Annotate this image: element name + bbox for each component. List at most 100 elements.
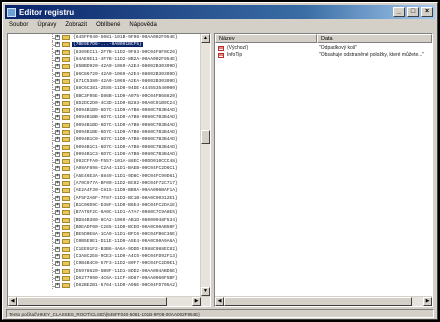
tree-item[interactable]: + {86C86720-42A0-1069-A2E4-08002B30309D} [8,70,200,78]
tree-item[interactable]: + {BD84B380-8CA2-1069-AB1D-08000948F534} [8,216,200,224]
tree-item[interactable]: + {645FF040-5081-101B-9F08-00AA002F954E} [8,34,200,42]
window-title: Editor registru [19,7,75,17]
scroll-down-arrow-icon[interactable]: ▼ [201,287,210,296]
tree-item[interactable]: + {9094B1C0-6D7C-11D0-A7B8-0080C7B3B4AD} [8,136,200,144]
scroll-right-arrow-icon[interactable]: ▶ [192,297,201,306]
tree-item-label: {9094B1C3-6D7C-11D0-A7B8-0080C7B3B4AD} [73,151,178,157]
tree-item[interactable]: + {9094B1BD-6D7C-11D0-A7B8-0080C7B3B4AD} [8,121,200,129]
values-hscroll-thumb[interactable] [224,297,412,306]
expand-plus-icon[interactable]: + [55,42,60,48]
folder-icon [62,254,70,260]
tree-item[interactable]: + {BDEADF00-C265-11D0-BCED-00A0C90AB50F} [8,223,200,232]
tree-item[interactable]: + {C1EE01F2-B3B6-4A6A-9DDD-E988C088EC82} [8,245,200,253]
expand-plus-icon[interactable]: + [55,195,60,201]
tree-horizontal-scrollbar[interactable]: ◀ ▶ [8,296,210,306]
close-button[interactable]: × [421,7,433,17]
expand-plus-icon[interactable]: + [55,246,60,252]
tree-item[interactable]: + {88C6C381-2E85-11D0-94DE-444553540000} [8,85,200,93]
minimize-button[interactable]: _ [393,7,405,17]
tree-scroll-thumb[interactable] [201,130,210,144]
value-row[interactable]: ab (Výchozí) "Odpadkový koš" [215,45,432,52]
tree-item[interactable]: + {AE2A4F30-C815-11D0-BB9A-00AA006BAF1A} [8,187,200,195]
expand-plus-icon[interactable]: + [55,100,60,106]
tree-item[interactable]: + {871C5380-42A0-1069-A2EA-08002B30309D} [8,77,200,86]
expand-plus-icon[interactable]: + [55,35,60,41]
expand-plus-icon[interactable]: + [55,122,60,128]
tree-item[interactable]: + {B1C06D9C-D38F-11D0-B6E4-00C04FC2DA1E} [8,201,200,210]
tree-vertical-scrollbar[interactable]: ▲ ▼ [200,34,210,296]
expand-plus-icon[interactable]: + [55,188,60,194]
expand-plus-icon[interactable]: + [55,137,60,143]
menu-help[interactable]: Nápověda [125,21,161,31]
menu-favorites[interactable]: Oblíbené [92,21,125,31]
expand-plus-icon[interactable]: + [55,115,60,121]
values-horizontal-scrollbar[interactable]: ◀ ▶ [215,296,432,306]
tree-item[interactable]: + {9094B1C1-6D7C-11D0-A7B8-0080C7B3B4AD} [8,143,200,151]
expand-plus-icon[interactable]: + [55,159,60,165]
tree-item[interactable]: + {8369EC11-2F7B-11D2-9F83-00C04F8F0C26} [8,48,200,56]
tree-item[interactable]: + {C0B5E9E1-D11E-11D0-A5E4-00A0C90A9A6A} [8,238,200,246]
title-bar[interactable]: Editor registru _ □ × [5,5,435,19]
expand-plus-icon[interactable]: + [55,78,60,84]
menu-view[interactable]: Zobrazit [61,21,92,31]
column-header-name[interactable]: Název [215,34,317,43]
scroll-left-arrow-icon[interactable]: ◀ [215,297,224,306]
expand-plus-icon[interactable]: + [55,64,60,70]
expand-plus-icon[interactable]: + [55,130,60,135]
scroll-left-arrow-icon[interactable]: ◀ [8,297,17,306]
expand-plus-icon[interactable]: + [55,210,60,216]
tree-item[interactable]: + {9094B1BE-6D7C-11D0-A7B8-0080C7B3B4AD} [8,128,200,137]
tree-item[interactable]: + {B7A76F2C-0A0C-11D1-A7A7-0080C7C9A8E5} [8,209,200,217]
folder-icon [62,49,70,55]
tree-item[interactable]: + {C3A8C2E8-9CE3-11D0-A4C5-00C04FD92F13} [8,252,200,261]
value-row[interactable]: ab InfoTip "Obsahuje odstraněné položky,… [215,52,432,59]
tree-item[interactable]: + {8BC3F05E-D86B-11D0-A075-00C04FB68820} [8,92,200,100]
tree-item[interactable]: + {A5E46E3A-8849-11D1-9D8C-00C04FC99D61} [8,172,200,180]
expand-plus-icon[interactable]: + [55,217,60,223]
expand-plus-icon[interactable]: + [55,283,60,289]
tree-item[interactable]: + {A70C977A-BF00-11D2-BC02-00C04F72C717} [8,179,200,188]
tree-item[interactable]: + {84AE9E11-4F7B-11D2-8B2A-00AA002F954E} [8,55,200,64]
tree-item[interactable]: + {9094B1C3-6D7C-11D0-A7B8-0080C7B3B4AD} [8,150,200,159]
expand-plus-icon[interactable]: + [55,166,60,172]
tree-item[interactable]: + {AF5F2A6F-7F87-11D3-BC1B-00A0C90312E1} [8,194,200,202]
expand-plus-icon[interactable]: + [55,275,60,281]
tree-item[interactable]: + {7BE9E7D6-...-0A0091BCF5} [8,41,200,49]
tree-hscroll-thumb[interactable] [17,297,167,306]
menu-edit[interactable]: Úpravy [33,21,61,31]
tree-item[interactable]: + {9094B1B9-6D7C-11D0-A7B8-0080C7B3B4AD} [8,106,200,115]
tree-item[interactable]: + {992CFFA0-F557-101A-88EC-00DD010CCC48} [8,158,200,166]
tree-item[interactable]: + {D5978620-5B9F-11D1-8DD2-00AA004ABD5E} [8,267,200,275]
scroll-up-arrow-icon[interactable]: ▲ [201,34,210,43]
expand-plus-icon[interactable]: + [55,93,60,99]
folder-icon [62,275,70,281]
expand-plus-icon[interactable]: + [55,86,60,92]
expand-plus-icon[interactable]: + [55,261,60,267]
column-header-data[interactable]: Data [317,34,432,43]
expand-plus-icon[interactable]: + [55,49,60,55]
expand-plus-icon[interactable]: + [55,232,60,238]
tree-item[interactable]: + {9094B1BB-6D7C-11D0-A7B8-0080C7B3B4AD} [8,114,200,122]
tree-item[interactable]: + {85BBD920-42A0-1069-A2E4-08002B30309D} [8,63,200,71]
expand-plus-icon[interactable]: + [55,224,60,230]
expand-plus-icon[interactable]: + [55,151,60,157]
tree-item[interactable]: + {C9B4B4C0-57F3-11D2-80F7-00C04FC2D9E1} [8,260,200,268]
menu-file[interactable]: Soubor [5,21,33,31]
expand-plus-icon[interactable]: + [55,254,60,260]
expand-plus-icon[interactable]: + [55,181,60,187]
expand-plus-icon[interactable]: + [55,57,60,63]
expand-plus-icon[interactable]: + [55,268,60,274]
expand-plus-icon[interactable]: + [55,144,60,150]
expand-plus-icon[interactable]: + [55,202,60,208]
tree-item[interactable]: + {A08AF898-C2A4-11D1-BAEB-00C04FC2D6C1} [8,165,200,173]
tree-item[interactable]: + {BE5D0E8A-1CA9-11D1-BFC6-00C04FB6C36E} [8,231,200,239]
scroll-right-arrow-icon[interactable]: ▶ [423,297,432,306]
expand-plus-icon[interactable]: + [55,173,60,179]
maximize-button[interactable]: □ [407,7,419,17]
tree-item[interactable]: + {D6277990-4C6A-11CF-8D87-00AA0060F5BF} [8,274,200,283]
expand-plus-icon[interactable]: + [55,71,60,77]
tree-item[interactable]: + {D82BE2B1-5764-11D0-A96E-00C04FD705A2} [8,282,200,290]
expand-plus-icon[interactable]: + [55,108,60,114]
tree-item[interactable]: + {8D2DC2D0-4C3D-11D0-B283-00A0C91B9C24} [8,99,200,107]
expand-plus-icon[interactable]: + [55,239,60,245]
